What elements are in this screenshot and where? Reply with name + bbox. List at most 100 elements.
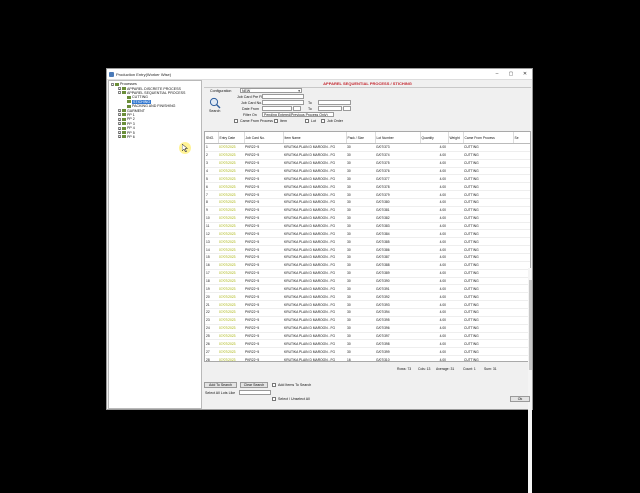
close-button[interactable]: ✕: [518, 71, 532, 77]
table-cell[interactable]: 4: [205, 167, 218, 176]
lot-checkbox[interactable]: [305, 119, 309, 123]
table-cell[interactable]: CUTTING: [463, 190, 513, 200]
expand-icon[interactable]: -: [118, 91, 121, 95]
table-cell[interactable]: 18: [205, 277, 218, 286]
column-header[interactable]: Weight: [448, 132, 464, 144]
table-cell[interactable]: [448, 198, 463, 207]
table-cell[interactable]: KRUTIKA PLAIN D MAROON - FG: [283, 151, 346, 160]
table-cell[interactable]: CUTTING: [463, 300, 513, 310]
date-to-picker[interactable]: [343, 106, 351, 111]
table-cell[interactable]: [448, 300, 463, 310]
table-cell[interactable]: G/07/377: [375, 174, 420, 184]
table-cell[interactable]: KRUTIKA PLAIN D MAROON - FG: [283, 324, 346, 333]
table-cell[interactable]: PKR22~5: [244, 190, 283, 200]
table-cell[interactable]: 30: [346, 151, 375, 160]
table-cell[interactable]: PKR22~5: [244, 332, 283, 341]
tree-item[interactable]: - APPAREL SEQUENTIAL PROCESS: [118, 91, 185, 95]
table-cell[interactable]: PKR22~5: [244, 222, 283, 231]
table-cell[interactable]: KRUTIKA PLAIN D MAROON - FG: [283, 292, 346, 302]
tree-item[interactable]: + PP 1: [118, 113, 135, 117]
table-cell[interactable]: 4.00: [420, 245, 448, 255]
table-cell[interactable]: 30: [346, 143, 375, 152]
table-cell[interactable]: KRUTIKA PLAIN D MAROON - FG: [283, 167, 346, 176]
table-cell[interactable]: 07/07/2023: [218, 355, 244, 361]
table-cell[interactable]: 8: [205, 198, 218, 207]
table-cell[interactable]: 07/07/2023: [218, 253, 244, 262]
table-row[interactable]: 25 07/07/2023 PKR22~5 KRUTIKA PLAIN D MAROO…: [205, 332, 530, 341]
table-row[interactable]: 12 07/07/2023 PKR22~5 KRUTIKA PLAIN D MAROO…: [205, 229, 530, 239]
table-cell[interactable]: KRUTIKA PLAIN D MAROON - FG: [283, 269, 346, 278]
select-all-lots-like-input[interactable]: [239, 390, 271, 395]
table-cell[interactable]: PKR22~5: [244, 229, 283, 239]
table-cell[interactable]: G/07/386: [375, 245, 420, 255]
table-cell[interactable]: G/07/392: [375, 292, 420, 302]
table-cell[interactable]: 30: [346, 206, 375, 215]
table-cell[interactable]: CUTTING: [463, 284, 513, 294]
table-cell[interactable]: PKR22~5: [244, 245, 283, 255]
table-cell[interactable]: 07/07/2023: [218, 159, 244, 168]
scrollbar-thumb[interactable]: [528, 280, 532, 370]
table-row[interactable]: 10 07/07/2023 PKR22~5 KRUTIKA PLAIN D MAROO…: [205, 214, 530, 223]
table-cell[interactable]: 30: [346, 253, 375, 262]
table-cell[interactable]: G/07/399: [375, 347, 420, 357]
table-cell[interactable]: 4.00: [420, 316, 448, 325]
job-card-no-input[interactable]: [262, 100, 304, 105]
date-to-input[interactable]: [318, 106, 342, 111]
table-cell[interactable]: 5: [205, 174, 218, 184]
table-cell[interactable]: [513, 222, 530, 231]
table-cell[interactable]: 14: [205, 245, 218, 255]
table-cell[interactable]: [448, 206, 463, 215]
table-cell[interactable]: G/07/393: [375, 300, 420, 310]
table-row[interactable]: 13 07/07/2023 PKR22~5 KRUTIKA PLAIN D MAROO…: [205, 237, 530, 247]
table-cell[interactable]: 4.00: [420, 167, 448, 176]
table-cell[interactable]: 30: [346, 316, 375, 325]
table-cell[interactable]: 07/07/2023: [218, 332, 244, 341]
table-cell[interactable]: [513, 237, 530, 247]
column-header[interactable]: Lot Number: [375, 132, 421, 144]
table-cell[interactable]: G/07/379: [375, 190, 420, 200]
table-cell[interactable]: CUTTING: [463, 174, 513, 184]
table-cell[interactable]: PKR22~5: [244, 324, 283, 333]
tree-item[interactable]: + APPAREL DISCRETE PROCESS: [118, 87, 181, 91]
table-cell[interactable]: [513, 229, 530, 239]
column-header[interactable]: SNO.: [205, 132, 219, 144]
table-cell[interactable]: G/07/374: [375, 151, 420, 160]
table-cell[interactable]: 07/07/2023: [218, 206, 244, 215]
table-cell[interactable]: G/07/382: [375, 214, 420, 223]
table-cell[interactable]: 4.00: [420, 284, 448, 294]
table-cell[interactable]: PKR22~5: [244, 143, 283, 152]
job-order-checkbox[interactable]: [321, 119, 325, 123]
table-cell[interactable]: [448, 245, 463, 255]
table-cell[interactable]: KRUTIKA PLAIN D MAROON - FG: [283, 284, 346, 294]
table-cell[interactable]: [513, 245, 530, 255]
table-cell[interactable]: 4.00: [420, 339, 448, 349]
table-row[interactable]: 23 07/07/2023 PKR22~5 KRUTIKA PLAIN D MAROO…: [205, 316, 530, 325]
tree-item[interactable]: -STICHING: [123, 99, 152, 104]
table-cell[interactable]: PKR22~5: [244, 339, 283, 349]
table-row[interactable]: 20 07/07/2023 PKR22~5 KRUTIKA PLAIN D MAROO…: [205, 292, 530, 302]
table-cell[interactable]: KRUTIKA PLAIN D MAROON - FG: [283, 316, 346, 325]
table-cell[interactable]: PKR22~5: [244, 159, 283, 168]
table-cell[interactable]: G/07/376: [375, 167, 420, 176]
table-cell[interactable]: G/07/390: [375, 277, 420, 286]
table-cell[interactable]: 4.00: [420, 229, 448, 239]
configuration-select[interactable]: NEW ▾: [240, 88, 302, 93]
table-cell[interactable]: 07/07/2023: [218, 182, 244, 192]
expand-icon[interactable]: +: [118, 117, 121, 121]
table-cell[interactable]: [448, 292, 463, 302]
table-cell[interactable]: G/07/396: [375, 324, 420, 333]
table-cell[interactable]: [513, 198, 530, 207]
table-cell[interactable]: CUTTING: [463, 159, 513, 168]
table-cell[interactable]: PKR22~5: [244, 308, 283, 317]
table-row[interactable]: 9 07/07/2023 PKR22~5 KRUTIKA PLAIN D MAROON…: [205, 206, 530, 215]
table-cell[interactable]: CUTTING: [463, 253, 513, 262]
table-cell[interactable]: 30: [346, 269, 375, 278]
table-cell[interactable]: KRUTIKA PLAIN D MAROON - FG: [283, 143, 346, 152]
table-cell[interactable]: KRUTIKA PLAIN D MAROON - FG: [283, 198, 346, 207]
table-row[interactable]: 1 07/07/2023 PKR22~5 KRUTIKA PLAIN D MAROON…: [205, 143, 530, 152]
table-cell[interactable]: 07/07/2023: [218, 222, 244, 231]
table-cell[interactable]: PKR22~5: [244, 261, 283, 270]
table-cell[interactable]: 4.00: [420, 277, 448, 286]
table-cell[interactable]: KRUTIKA PLAIN D MAROON - FG: [283, 308, 346, 317]
table-cell[interactable]: [513, 214, 530, 223]
